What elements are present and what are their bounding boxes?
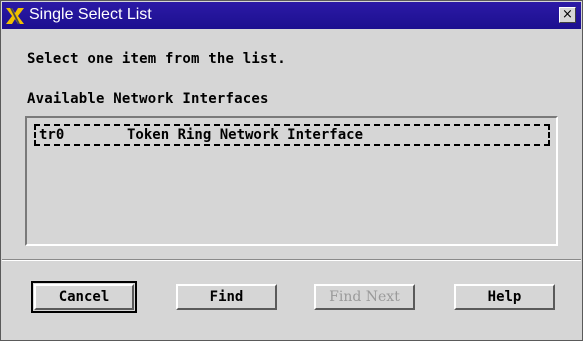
interface-listbox[interactable]: tr0 Token Ring Network Interface (25, 116, 558, 246)
find-next-button: Find Next (314, 284, 415, 310)
title-bar[interactable]: Single Select List × (2, 2, 581, 29)
item-description: Token Ring Network Interface (127, 127, 364, 143)
instructions-text: Select one item from the list. (27, 51, 286, 67)
separator (2, 259, 581, 261)
dialog-window: Single Select List × Select one item fro… (0, 0, 583, 341)
list-heading: Available Network Interfaces (27, 91, 269, 107)
close-button[interactable]: × (559, 7, 576, 23)
help-button[interactable]: Help (454, 284, 555, 310)
window-title: Single Select List (29, 6, 152, 23)
close-icon: × (562, 7, 573, 22)
item-name: tr0 (39, 127, 65, 143)
x-logo-icon[interactable] (4, 5, 26, 27)
list-item[interactable]: tr0 Token Ring Network Interface (34, 124, 550, 146)
find-button[interactable]: Find (176, 284, 277, 310)
cancel-button[interactable]: Cancel (31, 281, 137, 313)
